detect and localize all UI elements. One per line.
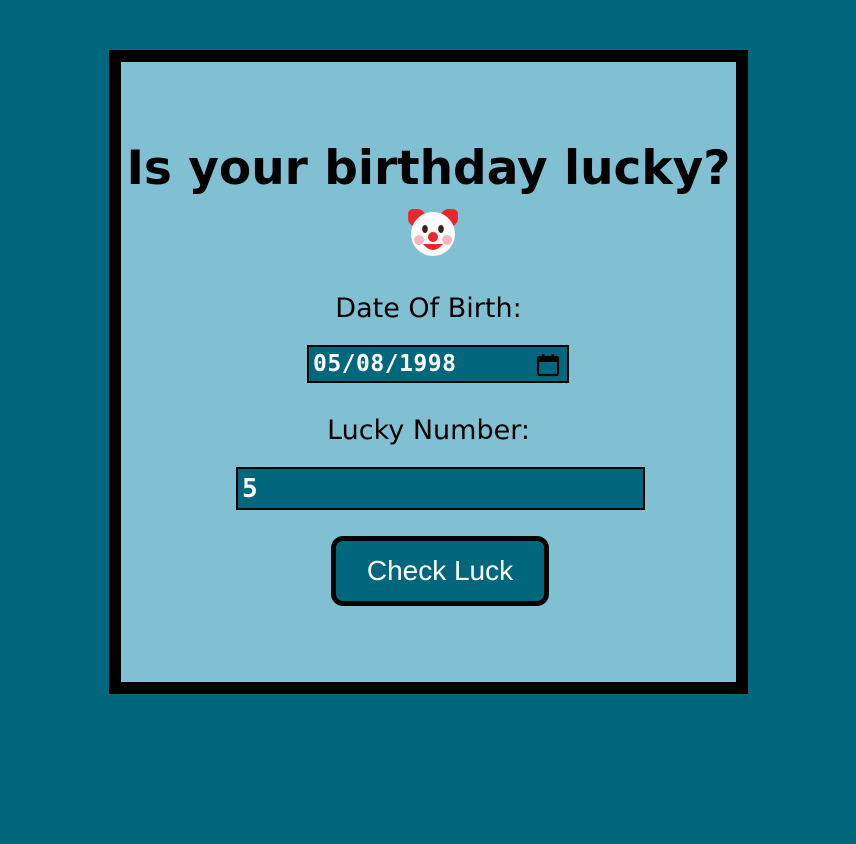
date-of-birth-value: 05/08/1998 (313, 351, 457, 377)
page-title: Is your birthday lucky? (121, 135, 736, 271)
check-luck-button[interactable]: Check Luck (331, 536, 549, 606)
calendar-icon[interactable] (536, 353, 560, 377)
lucky-birthday-card: Is your birthday lucky? Date Of Birth: 0… (109, 50, 748, 694)
page-title-text: Is your birthday lucky? (126, 141, 731, 196)
lucky-number-input[interactable]: 5 (236, 467, 645, 510)
clown-face-icon (405, 204, 461, 260)
lucky-number-value: 5 (242, 473, 258, 504)
lucky-number-label: Lucky Number: (327, 415, 530, 446)
date-of-birth-input[interactable]: 05/08/1998 (307, 345, 569, 383)
date-of-birth-label: Date Of Birth: (335, 293, 522, 324)
